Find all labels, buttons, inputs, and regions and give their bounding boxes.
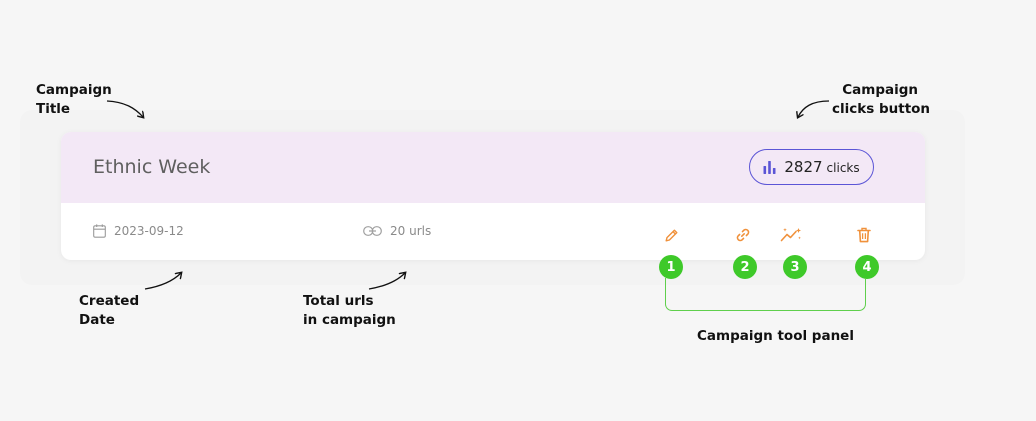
calendar-icon (93, 224, 106, 238)
link-icon (736, 228, 750, 242)
copy-link-button[interactable] (732, 224, 754, 246)
tool-badge-3: 3 (783, 255, 807, 279)
total-urls: 20 urls (363, 224, 431, 238)
tool-badge-4: 4 (855, 255, 879, 279)
campaign-clicks-button[interactable]: 2827 clicks (749, 149, 874, 185)
bar-chart-icon (763, 160, 776, 174)
pencil-icon (665, 229, 677, 241)
campaign-card: Ethnic Week 2827 clicks 2023-09-12 20 ur… (61, 132, 925, 260)
edit-button[interactable] (660, 224, 682, 246)
annotation-total-urls: Total urls in campaign (303, 292, 396, 330)
tool-badge-1: 1 (659, 255, 683, 279)
link-icon (363, 226, 382, 236)
campaign-title: Ethnic Week (93, 156, 211, 178)
trash-icon (857, 227, 871, 243)
annotation-line: Campaign (842, 82, 918, 98)
annotation-line: clicks button (832, 101, 931, 117)
annotation-line: Date (79, 312, 115, 328)
annotation-clicks-button: Campaign clicks button (832, 81, 931, 119)
arrow-to-title (106, 100, 143, 117)
total-urls-value: 20 urls (390, 224, 432, 238)
arrow-to-created-date (144, 273, 181, 290)
clicks-label: clicks (826, 161, 860, 175)
created-date-value: 2023-09-12 (114, 224, 184, 238)
arrow-to-total-urls (368, 273, 405, 290)
clicks-count: 2827 (784, 158, 823, 176)
annotation-tool-panel: Campaign tool panel (697, 328, 854, 344)
annotation-created-date: Created Date (79, 292, 139, 330)
annotation-line: Created (79, 293, 140, 309)
annotation-line: Total urls (303, 293, 374, 309)
tool-panel-bracket (665, 278, 866, 311)
magic-wand-icon (780, 228, 801, 242)
campaign-card-header: Ethnic Week 2827 clicks (61, 132, 925, 203)
tool-badge-2: 2 (733, 255, 757, 279)
analytics-button[interactable] (780, 224, 802, 246)
delete-button[interactable] (853, 224, 875, 246)
created-date: 2023-09-12 (93, 224, 184, 238)
arrow-to-clicks-button (798, 100, 830, 117)
annotation-line: in campaign (303, 312, 396, 328)
